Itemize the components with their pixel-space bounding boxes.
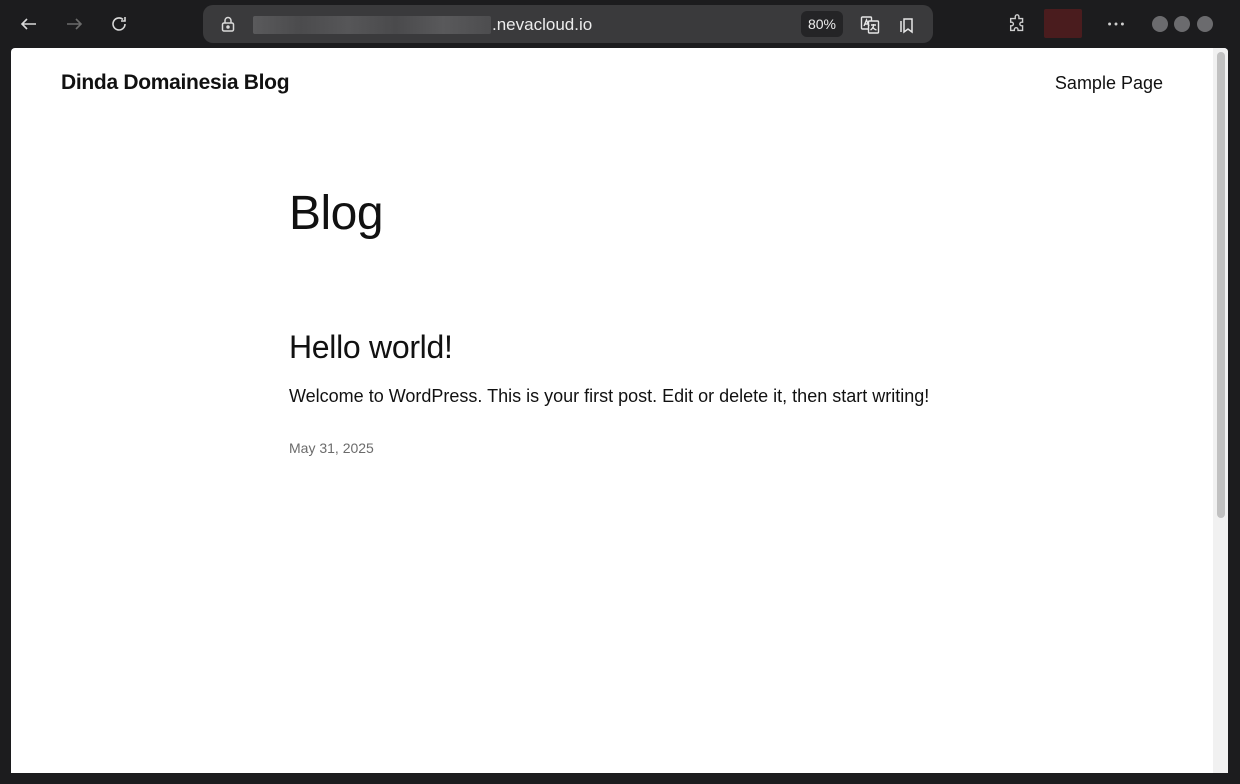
more-icon[interactable]: [1104, 12, 1128, 36]
post-title[interactable]: Hello world!: [289, 329, 453, 366]
site-title[interactable]: Dinda Domainesia Blog: [61, 71, 290, 95]
puzzle-icon[interactable]: [1006, 12, 1030, 36]
lock-icon[interactable]: [219, 15, 237, 33]
page-viewport: Dinda Domainesia Blog Sample Page Blog H…: [11, 48, 1228, 773]
forward-button[interactable]: [60, 10, 88, 38]
window-maximize-button[interactable]: [1174, 16, 1190, 32]
translate-icon[interactable]: [859, 14, 881, 36]
reload-icon: [112, 17, 126, 31]
scrollbar-thumb[interactable]: [1217, 52, 1225, 518]
bookmark-icon[interactable]: [896, 14, 918, 36]
reload-button[interactable]: [105, 10, 133, 38]
window-minimize-button[interactable]: [1152, 16, 1168, 32]
address-bar[interactable]: .nevacloud.io 80%: [203, 5, 933, 43]
arrow-right-icon: [67, 18, 83, 30]
scrollbar[interactable]: [1213, 48, 1228, 773]
nav-link-sample-page[interactable]: Sample Page: [1055, 73, 1163, 94]
profile-avatar[interactable]: [1044, 9, 1082, 38]
post-excerpt: Welcome to WordPress. This is your first…: [289, 386, 930, 406]
url-text[interactable]: .nevacloud.io: [492, 15, 592, 35]
page-title: Blog: [289, 187, 384, 240]
arrow-left-icon: [20, 18, 36, 30]
bottom-edge: [0, 773, 1240, 784]
browser-toolbar: .nevacloud.io 80%: [0, 0, 1240, 48]
window-close-button[interactable]: [1197, 16, 1213, 32]
url-redacted: [253, 16, 491, 34]
back-button[interactable]: [15, 10, 43, 38]
zoom-badge[interactable]: 80%: [801, 11, 843, 37]
post-date[interactable]: May 31, 2025: [289, 440, 374, 456]
